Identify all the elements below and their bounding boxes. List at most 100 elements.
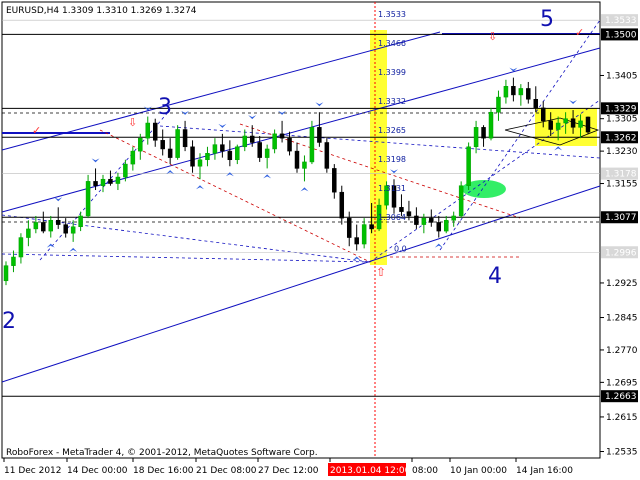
candle-body xyxy=(526,88,531,100)
fib-level-label: 1.3533 xyxy=(378,10,406,19)
price-level-label: 1.3178 xyxy=(605,170,637,180)
candle-body xyxy=(533,99,539,109)
fib-level-label: 1.3064 xyxy=(378,213,406,222)
candle-body xyxy=(443,220,449,232)
candle-body xyxy=(175,129,180,158)
x-tick-label: 18 Dec 16:00 xyxy=(133,466,194,476)
candle-body xyxy=(257,142,262,158)
red-down-arrow-top-icon: ⇩ xyxy=(488,30,497,43)
candle-body xyxy=(115,176,121,184)
candle-body xyxy=(85,181,91,217)
candle-body xyxy=(145,122,151,139)
candle-body xyxy=(466,146,471,186)
candle-body xyxy=(93,181,98,186)
candle-body xyxy=(451,215,456,221)
candle-body xyxy=(33,222,39,230)
price-level-label: 1.3533 xyxy=(605,16,637,26)
candle-body xyxy=(279,133,285,139)
candle-body xyxy=(406,211,412,217)
candle-body xyxy=(70,226,76,234)
candle-body xyxy=(488,111,494,139)
fib-level-label: 1.3466 xyxy=(378,39,406,48)
fib-level-label: 1.3399 xyxy=(378,68,406,77)
fib-level-label: 1.3131 xyxy=(378,184,406,193)
y-tick-label: 1.2845 xyxy=(606,314,638,324)
y-tick-label: 1.2535 xyxy=(606,448,638,458)
candle-body xyxy=(63,224,68,234)
candle-body xyxy=(503,86,509,98)
candle-body xyxy=(264,148,270,158)
candle-body xyxy=(18,237,24,258)
candle-body xyxy=(235,146,240,161)
candle-body xyxy=(138,137,143,152)
red-check-icon: ✓ xyxy=(32,124,41,137)
chart: 1.3500 1.3329 1.3262 1.3077 1.2663 1.3178 1.29… xyxy=(1,1,638,476)
candle-body xyxy=(421,217,427,225)
candle-body xyxy=(481,127,486,139)
price-level-label: 1.3500 xyxy=(605,30,637,40)
candle-body xyxy=(182,129,188,148)
x-tick-label: 14 Jan 16:00 xyxy=(516,466,573,476)
candle-body xyxy=(227,150,233,161)
candle-body xyxy=(11,256,16,266)
fib-highlight-column xyxy=(370,30,387,265)
x-tick-label: 27 Dec 12:00 xyxy=(258,466,319,476)
candle-body xyxy=(317,127,322,143)
candle-body xyxy=(429,217,434,223)
y-tick-label: 1.2770 xyxy=(606,346,638,356)
candle-body xyxy=(399,207,404,212)
candle-body xyxy=(123,163,128,178)
red-check-top-icon: ✓ xyxy=(575,26,584,39)
y-tick-label: 1.3230 xyxy=(606,147,638,157)
x-axis: 11 Dec 2012 14 Dec 00:00 18 Dec 16:00 21 De… xyxy=(3,458,573,476)
candle-body xyxy=(309,127,315,163)
x-tick-label: 08:00 xyxy=(412,466,438,476)
candle-body xyxy=(302,161,307,169)
candle-body xyxy=(563,118,568,124)
candle-body xyxy=(540,107,546,122)
candle-body xyxy=(26,228,31,238)
fib-level-label: 1.3198 xyxy=(378,155,406,164)
candle-body xyxy=(78,215,83,228)
candle-body xyxy=(369,224,374,230)
candle-body xyxy=(130,150,136,165)
price-level-label: 1.2996 xyxy=(605,248,637,258)
candle-body xyxy=(287,137,292,152)
fib-level-label: 1.3332 xyxy=(378,97,406,106)
candle-body xyxy=(354,237,359,245)
price-level-label: 1.2663 xyxy=(605,392,637,402)
candle-body xyxy=(212,144,218,154)
y-tick-label: 1.3155 xyxy=(606,180,638,190)
candle-body xyxy=(511,86,516,96)
candle-body xyxy=(361,224,367,245)
candle-body xyxy=(473,127,479,148)
candle-body xyxy=(249,135,255,143)
price-level-label: 1.3077 xyxy=(605,213,637,223)
candle-body xyxy=(294,150,300,169)
candle-body xyxy=(324,142,330,169)
y-tick-label: 1.3405 xyxy=(606,71,638,81)
candle-body xyxy=(108,178,113,184)
fib-level-label: 0.0 xyxy=(394,244,407,253)
wave-label-4: 4 xyxy=(488,264,502,289)
candle-body xyxy=(100,178,106,186)
candle-body xyxy=(220,144,225,152)
wave-label-5: 5 xyxy=(540,7,554,32)
candle-body xyxy=(41,222,46,232)
y-tick-label: 1.2695 xyxy=(606,378,638,388)
candle-body xyxy=(55,220,61,225)
x-tick-label: 14 Dec 00:00 xyxy=(67,466,128,476)
candle-body xyxy=(167,148,173,158)
candle-body xyxy=(414,215,419,225)
candle-body xyxy=(578,120,583,128)
red-up-arrow-icon: ⇧ xyxy=(376,265,386,279)
candle-body xyxy=(3,265,9,282)
candle-body xyxy=(496,96,501,113)
candle-body xyxy=(548,120,553,130)
x-tick-label: 21 Dec 08:00 xyxy=(196,466,257,476)
chart-title: EURUSD,H4 1.3309 1.3310 1.3269 1.3274 xyxy=(6,6,197,16)
y-tick-label: 1.2925 xyxy=(606,279,638,289)
candle-body xyxy=(242,135,248,148)
candle-body xyxy=(272,133,277,150)
x-tick-label-highlight: 2013.01.04 12:00 xyxy=(330,466,411,476)
